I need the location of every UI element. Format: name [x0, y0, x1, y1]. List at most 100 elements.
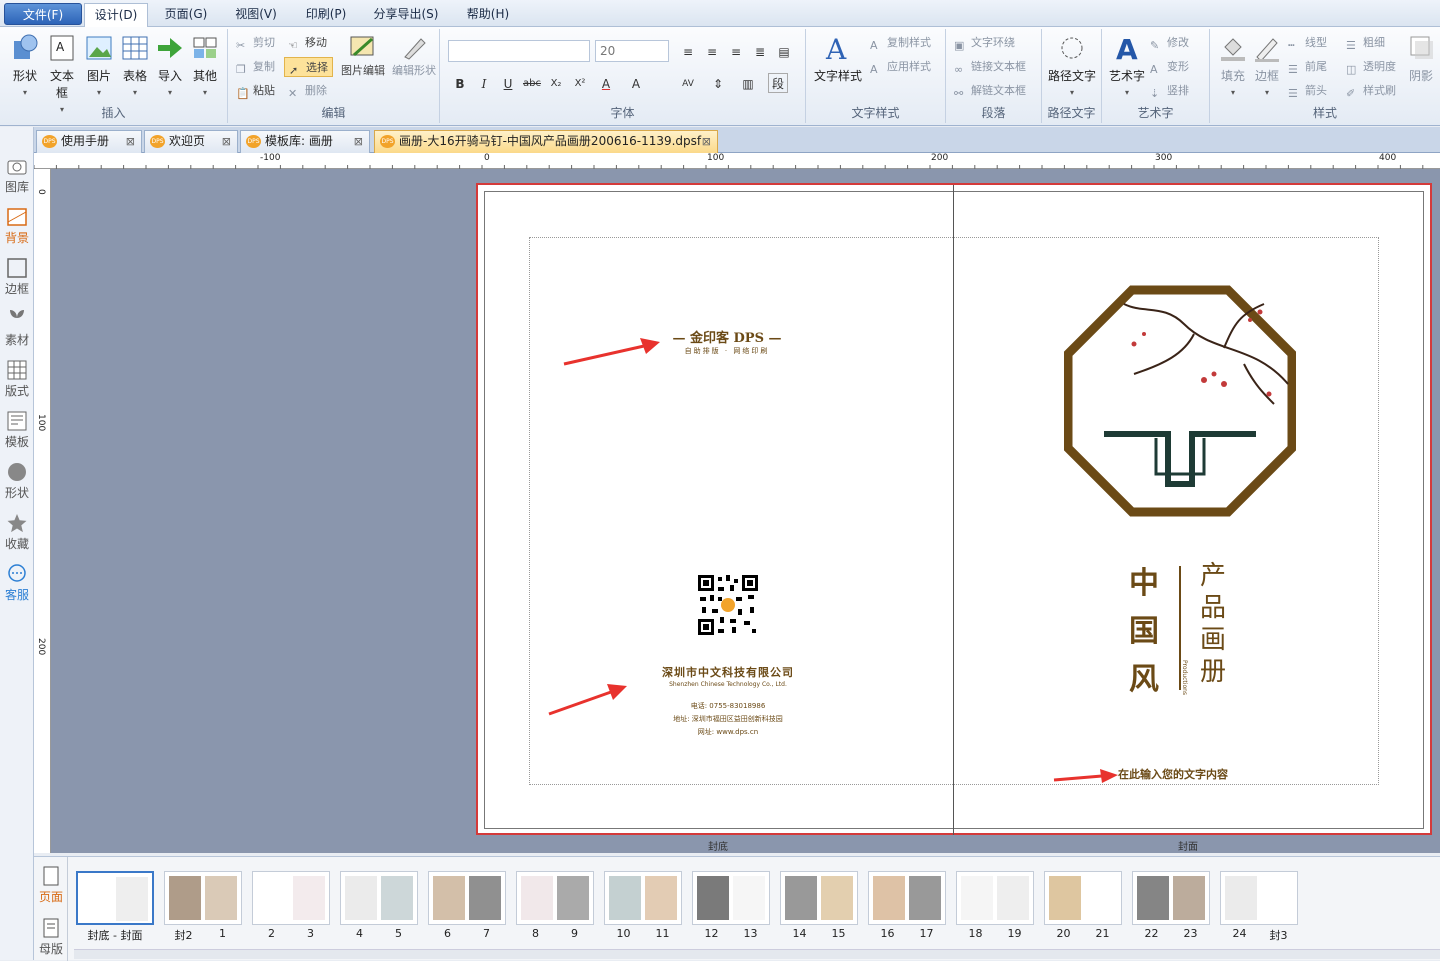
close-icon[interactable]: ⊠	[354, 131, 363, 152]
import-button[interactable]: 导入 ▾	[153, 33, 187, 97]
company-name-en[interactable]: Shenzhen Chinese Technology Co., Ltd.	[628, 681, 828, 688]
line-type-button[interactable]: ┅ 线型	[1288, 33, 1327, 53]
tab-manual[interactable]: DPS 使用手册 ⊠	[36, 130, 142, 153]
art-text-button[interactable]: A 艺术字 ▾	[1106, 33, 1148, 97]
text-highlight-icon[interactable]: A	[626, 73, 646, 93]
shape-panel-button[interactable]: 形状	[0, 461, 34, 501]
master-tab[interactable]: 母版	[34, 917, 68, 957]
company-phone[interactable]: 电话: 0755-83018986	[628, 701, 828, 711]
paste-button[interactable]: 📋 粘贴	[236, 81, 275, 101]
subscript-icon[interactable]: X₂	[546, 73, 566, 93]
page-thumbnail[interactable]	[780, 871, 858, 925]
weight-button[interactable]: ☰ 粗细	[1346, 33, 1385, 53]
page-thumbnail[interactable]	[1132, 871, 1210, 925]
front-end-button[interactable]: ☰ 前尾	[1288, 57, 1327, 77]
style-brush-button[interactable]: ✐ 样式刷	[1346, 81, 1396, 101]
fill-button[interactable]: 填充 ▾	[1216, 33, 1250, 97]
columns-icon[interactable]: ▥	[738, 73, 758, 93]
company-address[interactable]: 地址: 深圳市福田区益田创新科技园	[628, 714, 828, 724]
qr-code-image[interactable]	[696, 573, 760, 637]
plum-blossom-octagon-image[interactable]	[1064, 284, 1296, 518]
menu-view[interactable]: 视图(V)	[226, 3, 286, 25]
cover-input-hint[interactable]: 在此输入您的文字内容	[1118, 766, 1228, 782]
customer-service-button[interactable]: 客服	[0, 563, 34, 603]
move-button[interactable]: ☜ 移动	[288, 33, 327, 53]
align-left-icon[interactable]: ≡	[678, 41, 698, 61]
tab-template-library[interactable]: DPS 模板库: 画册 ⊠	[240, 130, 370, 153]
page-thumbnail[interactable]	[340, 871, 418, 925]
line-spacing-icon[interactable]: ⇕	[708, 73, 728, 93]
back-cover-tagline[interactable]: 自助排版 · 网络印刷	[652, 346, 802, 356]
copy-button[interactable]: ❐ 复制	[236, 57, 275, 77]
thumbnail-scrollbar[interactable]	[74, 949, 1440, 959]
font-name-select[interactable]	[448, 40, 590, 62]
page-thumbnail[interactable]	[868, 871, 946, 925]
close-icon[interactable]: ⊠	[126, 131, 135, 152]
delete-button[interactable]: ✕ 删除	[288, 81, 327, 101]
select-button[interactable]: ➚ 选择	[284, 57, 333, 77]
text-style-button[interactable]: A 文字样式	[812, 33, 864, 84]
bold-icon[interactable]: B	[450, 73, 470, 93]
company-website[interactable]: 网址: www.dps.cn	[628, 727, 828, 737]
gallery-button[interactable]: 图库	[0, 155, 34, 195]
other-button[interactable]: 其他 ▾	[188, 33, 222, 97]
distribute-icon[interactable]: ▤	[774, 41, 794, 61]
copy-style-button[interactable]: A 复制样式	[870, 33, 931, 53]
favorites-button[interactable]: 收藏	[0, 512, 34, 552]
pages-tab[interactable]: 页面	[34, 865, 68, 905]
cover-subtitle[interactable]: Productions	[1181, 660, 1188, 695]
menu-file[interactable]: 文件(F)	[4, 3, 82, 25]
close-icon[interactable]: ⊠	[222, 131, 231, 152]
italic-icon[interactable]: I	[474, 73, 494, 93]
image-button[interactable]: 图片 ▾	[82, 33, 116, 97]
textbox-button[interactable]: A 文本框 ▾	[45, 33, 79, 114]
art-vertical-button[interactable]: ⇣ 竖排	[1150, 81, 1189, 101]
page-thumbnail[interactable]	[692, 871, 770, 925]
cover-title-left[interactable]: 中国风	[1122, 560, 1166, 704]
justify-icon[interactable]: ≣	[750, 41, 770, 61]
link-textbox-button[interactable]: ∞ 链接文本框	[954, 57, 1026, 77]
align-center-icon[interactable]: ≡	[702, 41, 722, 61]
close-icon[interactable]: ⊠	[702, 131, 711, 152]
back-cover-logo[interactable]: — 金印客 DPS —	[652, 327, 802, 346]
layout-button[interactable]: 版式	[0, 359, 34, 399]
template-button[interactable]: 模板	[0, 410, 34, 450]
underline-icon[interactable]: U	[498, 73, 518, 93]
page-thumbnail[interactable]	[428, 871, 506, 925]
page-thumbnail[interactable]	[604, 871, 682, 925]
page-thumbnail[interactable]	[956, 871, 1034, 925]
border-button[interactable]: 边框 ▾	[1250, 33, 1284, 97]
menu-page[interactable]: 页面(G)	[156, 3, 216, 25]
shadow-button[interactable]: 阴影	[1406, 33, 1436, 84]
page-thumbnail[interactable]	[164, 871, 242, 925]
border-panel-button[interactable]: 边框	[0, 257, 34, 297]
cut-button[interactable]: ✂ 剪切	[236, 33, 275, 53]
background-button[interactable]: 背景	[0, 206, 34, 246]
page-thumbnail[interactable]	[76, 871, 154, 925]
table-button[interactable]: 表格 ▾	[118, 33, 152, 97]
page-thumbnail[interactable]	[1044, 871, 1122, 925]
cover-title-right[interactable]: 产品画册	[1190, 560, 1236, 688]
menu-help[interactable]: 帮助(H)	[456, 3, 520, 25]
apply-style-button[interactable]: A 应用样式	[870, 57, 931, 77]
shape-button[interactable]: 形状 ▾	[8, 33, 42, 97]
text-wrap-button[interactable]: ▣ 文字环绕	[954, 33, 1015, 53]
align-right-icon[interactable]: ≡	[726, 41, 746, 61]
char-spacing-icon[interactable]: AV	[678, 73, 698, 93]
menu-design[interactable]: 设计(D)	[84, 3, 148, 27]
menu-share-export[interactable]: 分享导出(S)	[366, 3, 446, 25]
material-button[interactable]: 素材	[0, 308, 34, 348]
font-color-icon[interactable]: A	[596, 73, 616, 93]
page-thumbnail[interactable]	[516, 871, 594, 925]
text-frame-icon[interactable]: 段	[768, 73, 788, 93]
tab-welcome[interactable]: DPS 欢迎页 ⊠	[144, 130, 238, 153]
strikethrough-icon[interactable]: abc	[522, 73, 542, 93]
company-name[interactable]: 深圳市中文科技有限公司	[628, 664, 828, 680]
art-transform-button[interactable]: A 变形	[1150, 57, 1189, 77]
font-size-select[interactable]: 20	[595, 40, 669, 62]
art-modify-button[interactable]: ✎ 修改	[1150, 33, 1189, 53]
edit-shape-button[interactable]: 编辑形状	[390, 33, 438, 91]
image-edit-button[interactable]: 图片编辑	[338, 33, 388, 91]
opacity-button[interactable]: ◫ 透明度	[1346, 57, 1396, 77]
unlink-textbox-button[interactable]: ⚯ 解链文本框	[954, 81, 1026, 101]
